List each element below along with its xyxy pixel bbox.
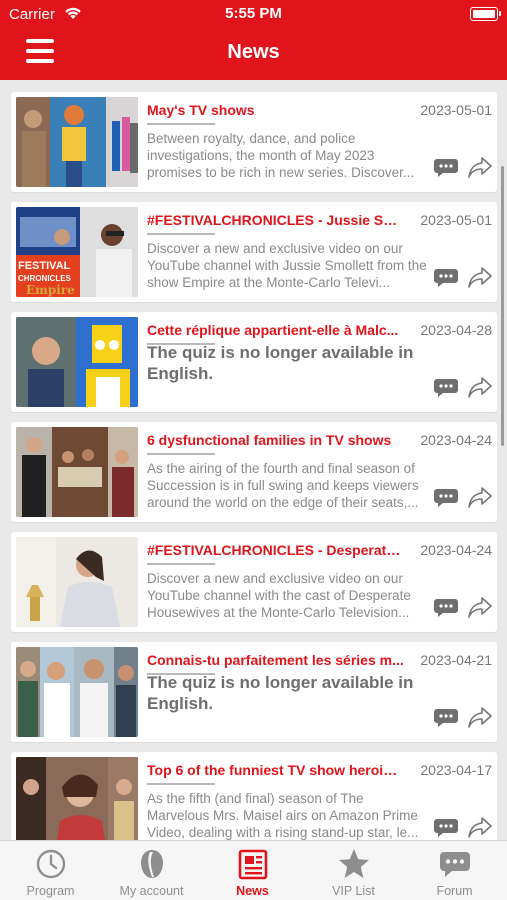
- quiz-unavailable-message: The quiz is no longer available in Engli…: [147, 673, 414, 713]
- share-icon[interactable]: [467, 815, 493, 839]
- news-card[interactable]: #FESTIVALCHRONICLES - Desperate... 2023-…: [11, 532, 497, 632]
- article-title[interactable]: Top 6 of the funniest TV show heroines: [147, 762, 405, 778]
- article-title[interactable]: May's TV shows: [147, 102, 405, 118]
- tab-news[interactable]: News: [202, 841, 303, 900]
- tab-label: News: [236, 884, 269, 898]
- share-icon[interactable]: [467, 155, 493, 179]
- article-thumbnail: [16, 647, 138, 737]
- title-underline: [147, 453, 215, 455]
- share-icon[interactable]: [467, 265, 493, 289]
- article-thumbnail: [16, 97, 138, 187]
- article-thumbnail: FESTIVAL CHRONICLES Empire: [16, 207, 138, 297]
- article-title[interactable]: 6 dysfunctional families in TV shows: [147, 432, 405, 448]
- chat-bubble-icon: [440, 852, 470, 877]
- tab-my-account[interactable]: My account: [101, 841, 202, 900]
- share-icon[interactable]: [467, 375, 493, 399]
- comment-icon[interactable]: [433, 377, 459, 399]
- article-title[interactable]: #FESTIVALCHRONICLES - Jussie Sm...: [147, 212, 405, 228]
- title-underline: [147, 563, 215, 565]
- article-description: Discover a new and exclusive video on ou…: [147, 241, 427, 290]
- festival-banner-text: FESTIVAL: [18, 260, 71, 272]
- app-header: Carrier 5:55 PM News: [0, 0, 507, 80]
- news-feed[interactable]: May's TV shows 2023-05-01 Between royalt…: [0, 80, 507, 840]
- article-thumbnail: [16, 317, 138, 407]
- tab-label: Program: [26, 884, 75, 898]
- quiz-unavailable-message: The quiz is no longer available in Engli…: [147, 343, 414, 383]
- article-title[interactable]: #FESTIVALCHRONICLES - Desperate...: [147, 542, 405, 558]
- news-card[interactable]: FESTIVAL CHRONICLES Empire #FESTIVALCHRO…: [11, 202, 497, 302]
- title-underline: [147, 233, 215, 235]
- empire-logo-text: Empire: [26, 283, 75, 297]
- comment-icon[interactable]: [433, 597, 459, 619]
- news-card[interactable]: Connais-tu parfaitement les séries m... …: [11, 642, 497, 742]
- newspaper-icon: [238, 849, 268, 880]
- tab-vip-list[interactable]: VIP List: [303, 841, 404, 900]
- article-description: Between royalty, dance, and police inves…: [147, 131, 415, 180]
- status-bar: Carrier 5:55 PM: [0, 4, 507, 26]
- clock-time: 5:55 PM: [225, 5, 282, 22]
- comment-icon[interactable]: [433, 817, 459, 839]
- tab-label: VIP List: [332, 884, 375, 898]
- tab-program[interactable]: Program: [0, 841, 101, 900]
- battery-icon: [470, 7, 501, 21]
- article-description: Discover a new and exclusive video on ou…: [147, 571, 411, 620]
- page-title: News: [227, 41, 280, 63]
- tab-forum[interactable]: Forum: [404, 841, 505, 900]
- clock-icon: [36, 849, 66, 879]
- article-date: 2023-04-17: [420, 762, 492, 778]
- profile-icon: [141, 850, 163, 878]
- comment-icon[interactable]: [433, 157, 459, 179]
- share-icon[interactable]: [467, 705, 493, 729]
- tab-label: My account: [119, 884, 184, 898]
- news-card[interactable]: Cette réplique appartient-elle à Malc...…: [11, 312, 497, 412]
- scroll-indicator[interactable]: [501, 166, 504, 446]
- news-card[interactable]: May's TV shows 2023-05-01 Between royalt…: [11, 92, 497, 192]
- star-icon: [339, 849, 369, 878]
- navigation-bar: News: [0, 30, 507, 76]
- tab-label: Forum: [436, 884, 473, 898]
- article-date: 2023-04-24: [420, 542, 492, 558]
- tab-bar: Program My account News VIP List Forum: [0, 840, 507, 900]
- title-underline: [147, 783, 215, 785]
- share-icon[interactable]: [467, 485, 493, 509]
- comment-icon[interactable]: [433, 487, 459, 509]
- article-date: 2023-04-28: [420, 322, 492, 338]
- article-title[interactable]: Cette réplique appartient-elle à Malc...: [147, 322, 405, 338]
- comment-icon[interactable]: [433, 267, 459, 289]
- title-underline: [147, 123, 215, 125]
- article-thumbnail: [16, 427, 138, 517]
- news-card[interactable]: 6 dysfunctional families in TV shows 202…: [11, 422, 497, 522]
- article-thumbnail: [16, 757, 138, 840]
- chronicles-banner-text: CHRONICLES: [18, 274, 72, 283]
- article-date: 2023-05-01: [420, 102, 492, 118]
- article-description: As the fifth (and final) season of The M…: [147, 791, 419, 840]
- article-title[interactable]: Connais-tu parfaitement les séries m...: [147, 652, 405, 668]
- article-description: As the airing of the fourth and final se…: [147, 461, 419, 510]
- article-date: 2023-05-01: [420, 212, 492, 228]
- comment-icon[interactable]: [433, 707, 459, 729]
- news-card[interactable]: Top 6 of the funniest TV show heroines 2…: [11, 752, 497, 840]
- article-thumbnail: [16, 537, 138, 627]
- article-date: 2023-04-24: [420, 432, 492, 448]
- share-icon[interactable]: [467, 595, 493, 619]
- article-date: 2023-04-21: [420, 652, 492, 668]
